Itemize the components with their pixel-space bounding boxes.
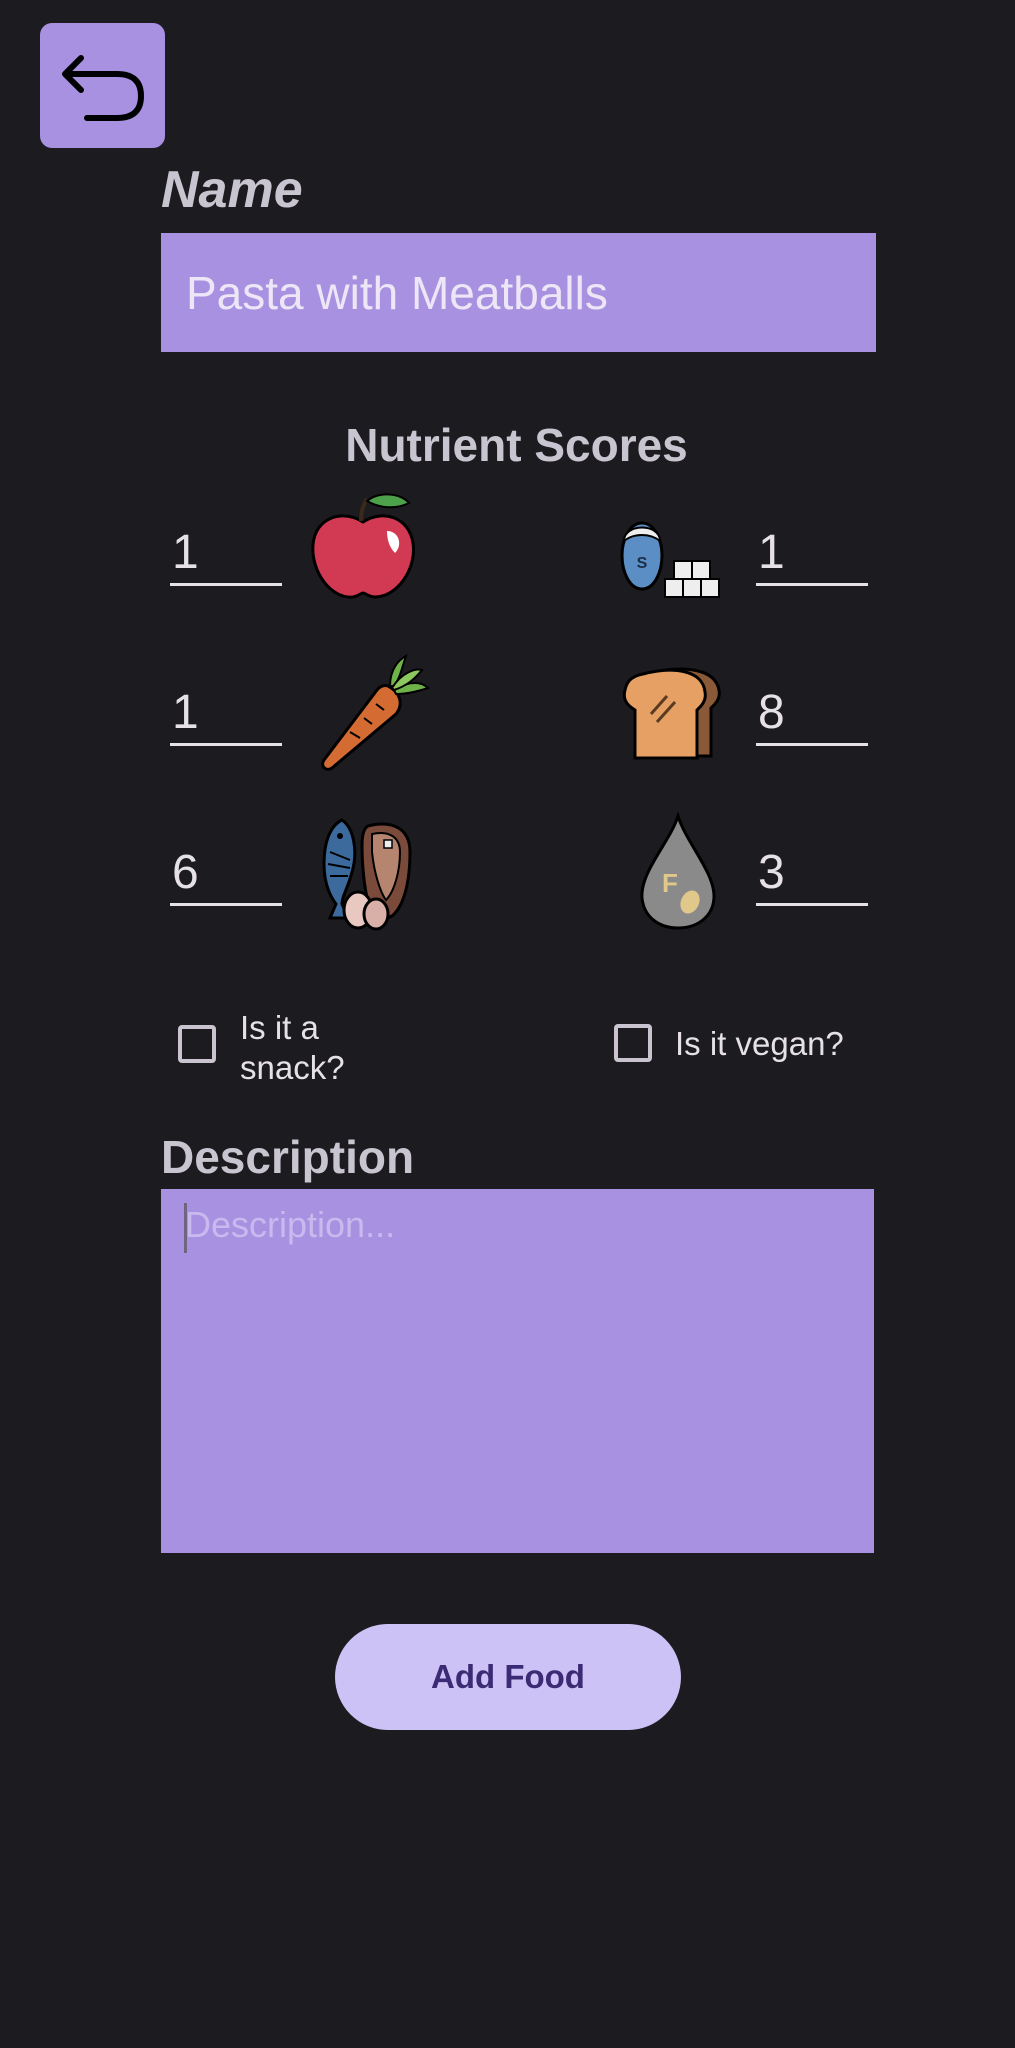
text-cursor xyxy=(184,1203,187,1253)
fat-score-input[interactable]: 3 xyxy=(756,843,868,906)
vegetable-score-input[interactable]: 1 xyxy=(170,683,282,746)
protein-score-input[interactable]: 6 xyxy=(170,843,282,906)
add-food-button[interactable]: Add Food xyxy=(335,1624,681,1730)
description-input[interactable]: Description... xyxy=(161,1189,874,1553)
bread-icon xyxy=(615,652,735,772)
description-placeholder: Description... xyxy=(185,1204,396,1245)
description-label: Description xyxy=(161,1131,415,1183)
svg-text:S: S xyxy=(637,555,648,572)
snack-label: Is it a snack? xyxy=(240,1009,345,1086)
salt-sugar-icon: S xyxy=(610,493,730,613)
carbs-score-input[interactable]: 8 xyxy=(756,683,868,746)
nutrient-scores-title: Nutrient Scores xyxy=(345,419,688,471)
vegan-label: Is it vegan? xyxy=(675,1025,844,1062)
carrot-icon xyxy=(310,652,430,772)
name-input[interactable]: Pasta with Meatballs xyxy=(161,233,876,352)
svg-text:F: F xyxy=(662,868,678,898)
fat-drop-icon: F xyxy=(620,810,740,932)
sugar-score-input[interactable]: 1 xyxy=(756,523,868,586)
snack-checkbox[interactable] xyxy=(178,1025,216,1063)
apple-icon xyxy=(303,487,423,607)
protein-fish-meat-egg-icon xyxy=(312,812,432,932)
fruit-score-input[interactable]: 1 xyxy=(170,523,282,586)
back-button[interactable] xyxy=(40,23,165,148)
vegan-checkbox[interactable] xyxy=(614,1024,652,1062)
undo-arrow-icon xyxy=(61,54,144,121)
name-label: Name xyxy=(161,161,303,219)
